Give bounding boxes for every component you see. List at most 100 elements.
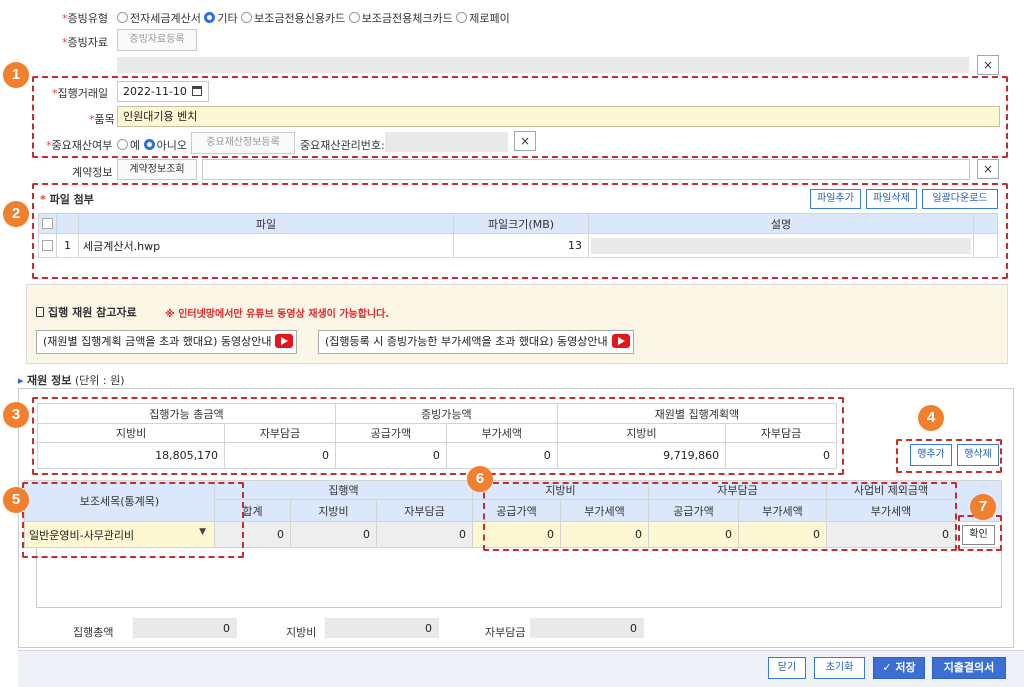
radio-other[interactable]: 기타 [204, 12, 238, 25]
contract-input[interactable] [202, 159, 970, 180]
check-icon: ✓ [882, 661, 896, 674]
radio-major-asset-no[interactable]: 아니오 [143, 139, 187, 152]
marker-5: 5 [3, 487, 29, 513]
col-file-size: 파일크기(MB) [453, 213, 589, 234]
row-number-header [56, 213, 79, 234]
summary-table: 집행가능 총금액 증빙가능액 재원별 집행계획액 지방비 자부담금 공급가액 부… [36, 403, 838, 469]
file-description-input[interactable] [591, 237, 971, 254]
highlight-box-5 [22, 482, 244, 558]
marker-3: 3 [3, 402, 29, 428]
marker-1: 1 [3, 62, 29, 88]
marker-2: 2 [3, 201, 29, 227]
video-guide-1-button[interactable]: (재원별 집행계획 금액을 초과 했대요) 동영상안내 [36, 330, 298, 354]
radio-zero-pay[interactable]: 제로페이 [456, 12, 510, 25]
summary-group-evidence: 증빙가능액 [334, 403, 558, 424]
summary-value-local: 18,805,170 [36, 442, 226, 469]
reset-button[interactable]: 초기화 [814, 657, 865, 679]
file-description-cell [588, 233, 974, 258]
video-guide-2-button[interactable]: (집행등록 시 증빙가능한 부가세액을 초과 했대요) 동영상안내 [318, 330, 634, 354]
total-self-label: 자부담금 [485, 626, 526, 639]
summary-value-vat: 0 [445, 442, 558, 469]
file-delete-button[interactable]: 파일삭제 [866, 189, 917, 209]
radio-major-asset-yes[interactable]: 예 [117, 139, 140, 152]
col-spacer [973, 213, 998, 234]
fund-info-title: ▸ 재원 정보 (단위 : 원) [18, 374, 125, 387]
row-spacer [973, 233, 998, 258]
summary-col-supply: 공급가액 [334, 423, 447, 443]
summary-value-plan-self: 0 [725, 442, 837, 469]
row-number: 1 [56, 233, 79, 258]
col-exec-self: 자부담금 [376, 499, 473, 522]
total-self-value: 0 [530, 618, 644, 638]
clear-major-asset-button[interactable]: × [514, 131, 536, 151]
save-button[interactable]: ✓ 저장 [873, 657, 925, 679]
summary-col-plan-self: 자부담금 [725, 423, 837, 443]
highlight-box-6 [483, 482, 957, 551]
delete-row-button[interactable]: 행삭제 [957, 444, 999, 466]
radio-subsidy-credit-card[interactable]: 보조금전용신용카드 [241, 12, 345, 25]
evidence-docs-register-button[interactable]: 증빙자료등록 [117, 29, 197, 51]
reference-notice: ※ 인터넷망에서만 유튜브 동영상 재생이 가능합니다. [165, 309, 390, 320]
summary-col-vat: 부가세액 [445, 423, 558, 443]
empty-row [39, 258, 998, 276]
major-asset-label: *중요재산여부 [46, 139, 113, 152]
evidence-docs-label: *증빙자료 [62, 36, 108, 49]
major-asset-mgmt-label: 중요재산관리번호: [300, 139, 385, 152]
file-bulk-download-button[interactable]: 일괄다운로드 [922, 189, 998, 209]
marker-6: 6 [467, 466, 493, 492]
attachments-table: 파일 파일크기(MB) 설명 1 세금계산서.hwp 13 [38, 213, 998, 276]
contract-search-button[interactable]: 계약정보조회 [117, 159, 197, 180]
summary-col-local: 지방비 [36, 423, 226, 443]
col-description: 설명 [588, 213, 974, 234]
col-file: 파일 [78, 213, 454, 234]
marker-7: 7 [970, 494, 996, 520]
evidence-docs-list [117, 57, 969, 73]
value-exec-local: 0 [290, 521, 377, 548]
radio-e-tax-invoice[interactable]: 전자세금계산서 [117, 12, 201, 25]
attachments-title: * 파일 첨부 [40, 193, 94, 206]
calendar-icon[interactable] [192, 86, 202, 96]
value-exec-self: 0 [376, 521, 473, 548]
total-local-value: 0 [325, 618, 439, 638]
major-asset-radio-group: 예 아니오 [117, 137, 187, 153]
close-button[interactable]: 닫기 [768, 657, 806, 679]
summary-col-plan-local: 지방비 [556, 423, 727, 443]
clear-contract-button[interactable]: × [977, 159, 999, 179]
summary-value-supply: 0 [334, 442, 447, 469]
row-checkbox[interactable] [42, 240, 53, 251]
radio-subsidy-check-card[interactable]: 보조금전용체크카드 [348, 12, 453, 25]
select-all-cell [38, 213, 57, 234]
exec-date-label: *집행거래일 [52, 87, 109, 100]
major-asset-mgmt-number [385, 132, 508, 152]
evidence-type-label: *증빙유형 [62, 12, 108, 25]
summary-value-plan-local: 9,719,860 [556, 442, 727, 469]
highlight-box-7 [958, 515, 1002, 551]
reference-title: 집행 재원 참고자료 [36, 304, 137, 320]
total-exec-value: 0 [133, 618, 237, 638]
clear-evidence-button[interactable]: × [977, 55, 999, 75]
total-exec-label: 집행총액 [73, 626, 114, 639]
col-exec-local: 지방비 [290, 499, 377, 522]
file-name: 세금계산서.hwp [78, 233, 454, 258]
total-local-label: 지방비 [286, 626, 317, 639]
file-size: 13 [453, 233, 589, 258]
major-asset-register-button[interactable]: 중요재산정보등록 [191, 132, 295, 154]
youtube-play-icon [611, 334, 630, 348]
bookmark-icon [36, 307, 44, 317]
expenditure-resolution-button[interactable]: 지출결의서 [932, 657, 1006, 679]
table-row[interactable]: 1 세금계산서.hwp 13 [38, 233, 998, 258]
summary-value-self: 0 [224, 442, 336, 469]
evidence-type-radio-group: 전자세금계산서 기타 보조금전용신용카드 보조금전용체크카드 제로페이 [117, 10, 510, 26]
row-checkbox-cell [38, 233, 57, 258]
summary-col-self: 자부담금 [224, 423, 336, 443]
exec-date-input[interactable]: 2022-11-10 [117, 81, 209, 102]
file-add-button[interactable]: 파일추가 [810, 189, 861, 209]
contract-label: 계약정보 [72, 166, 113, 179]
marker-4: 4 [918, 405, 944, 431]
group-exec: 집행액 [214, 480, 473, 500]
item-input[interactable]: 인원대기용 벤치 [117, 106, 1000, 127]
add-row-button[interactable]: 행추가 [910, 444, 952, 466]
summary-group-total: 집행가능 총금액 [37, 403, 336, 424]
youtube-play-icon [275, 334, 294, 348]
select-all-checkbox[interactable] [42, 218, 53, 229]
